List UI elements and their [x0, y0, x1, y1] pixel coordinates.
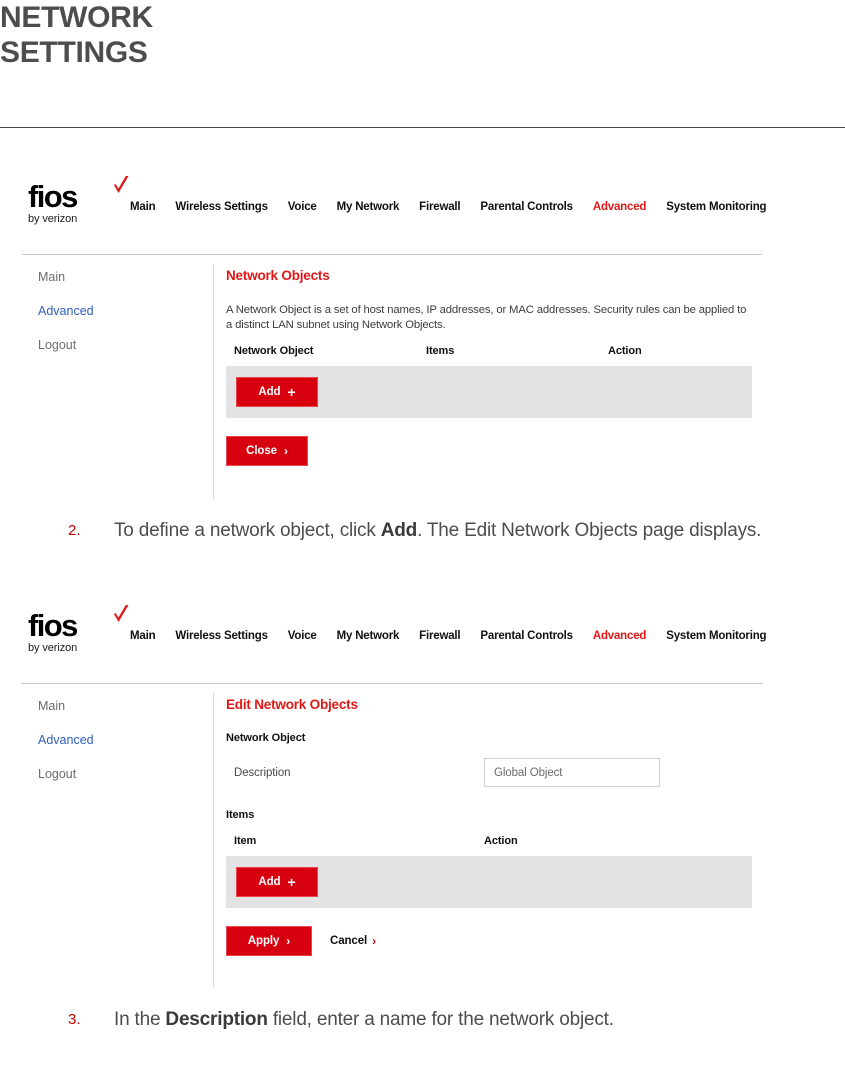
- panel-description: A Network Object is a set of host names,…: [226, 304, 747, 331]
- items-table-header-row: Item Action: [226, 835, 766, 847]
- nav-item-parental-controls[interactable]: Parental Controls: [470, 630, 582, 642]
- nav-item-firewall[interactable]: Firewall: [409, 630, 470, 642]
- edit-network-objects-panel: Edit Network Objects Network Object Desc…: [226, 697, 766, 956]
- fios-subtext: by verizon: [28, 642, 78, 654]
- router-screenshot-edit-network-objects: fios by verizon Main Wireless Settings V…: [0, 597, 790, 987]
- verizon-check-icon: [114, 176, 129, 193]
- nav-item-advanced[interactable]: Advanced: [583, 201, 656, 213]
- nav-item-system-monitoring[interactable]: System Monitoring: [656, 630, 776, 642]
- sidebar-item-logout[interactable]: Logout: [38, 767, 198, 781]
- table-header-row: Network Object Items Action: [226, 345, 766, 357]
- column-header-items: Items: [426, 345, 455, 357]
- step-number: 2.: [68, 522, 81, 539]
- nav-item-parental-controls[interactable]: Parental Controls: [470, 201, 582, 213]
- nav-item-my-network[interactable]: My Network: [327, 201, 410, 213]
- step-text: To define a network object, click Add. T…: [114, 518, 761, 543]
- nav-item-main[interactable]: Main: [120, 201, 165, 213]
- plus-icon: +: [287, 384, 296, 400]
- nav-item-main[interactable]: Main: [120, 630, 165, 642]
- nav-item-voice[interactable]: Voice: [278, 201, 327, 213]
- step-item-2: 2. To define a network object, click Add…: [68, 518, 788, 543]
- add-item-button[interactable]: Add +: [236, 867, 318, 897]
- chevron-right-icon: ›: [372, 934, 377, 948]
- panel-title: Edit Network Objects: [226, 697, 358, 712]
- chevron-right-icon: ›: [286, 934, 291, 948]
- nav-item-my-network[interactable]: My Network: [327, 630, 410, 642]
- sidebar-divider: [213, 693, 214, 987]
- plus-icon: +: [287, 874, 296, 890]
- items-table-body: Add +: [226, 856, 752, 908]
- description-field-label: Description: [234, 766, 291, 779]
- verizon-check-icon: [114, 605, 129, 622]
- step-text: In the Description field, enter a name f…: [114, 1007, 614, 1032]
- network-objects-panel: Network Objects A Network Object is a se…: [226, 268, 766, 466]
- step-item-3: 3. In the Description field, enter a nam…: [68, 1007, 788, 1032]
- nav-item-wireless-settings[interactable]: Wireless Settings: [165, 201, 277, 213]
- sidebar-item-advanced[interactable]: Advanced: [38, 733, 198, 747]
- fios-logo: fios by verizon: [28, 176, 129, 225]
- sidebar: Main Advanced Logout: [38, 699, 198, 801]
- top-navigation: Main Wireless Settings Voice My Network …: [120, 630, 776, 642]
- column-header-action: Action: [608, 345, 642, 357]
- page-header: NETWORK SETTINGS: [0, 0, 845, 128]
- step-number: 3.: [68, 1011, 81, 1028]
- nav-divider: [22, 254, 762, 255]
- section-label-network-object: Network Object: [226, 732, 306, 744]
- add-button-label: Add: [258, 876, 281, 888]
- description-field-row: Description: [226, 758, 766, 787]
- router-screenshot-network-objects: fios by verizon Main Wireless Settings V…: [0, 168, 790, 500]
- network-objects-table-body: Add +: [226, 366, 752, 418]
- step-text-bold: Description: [165, 1009, 268, 1030]
- sidebar-item-main[interactable]: Main: [38, 699, 198, 713]
- sidebar-divider: [213, 264, 214, 499]
- nav-item-wireless-settings[interactable]: Wireless Settings: [165, 630, 277, 642]
- cancel-link[interactable]: Cancel ›: [330, 934, 376, 948]
- step-text-after: . The Edit Network Objects page displays…: [417, 520, 762, 541]
- column-header-network-object: Network Object: [234, 345, 314, 357]
- nav-item-firewall[interactable]: Firewall: [409, 201, 470, 213]
- column-header-item: Item: [234, 835, 257, 847]
- close-button[interactable]: Close ›: [226, 436, 308, 466]
- add-network-object-button[interactable]: Add +: [236, 377, 318, 407]
- page-title-line-1: NETWORK: [0, 1, 153, 34]
- add-button-label: Add: [258, 386, 281, 398]
- sidebar-item-advanced[interactable]: Advanced: [38, 304, 198, 318]
- nav-divider: [22, 683, 762, 684]
- apply-button[interactable]: Apply ›: [226, 926, 312, 956]
- close-button-label: Close: [246, 445, 277, 457]
- panel-title: Network Objects: [226, 268, 330, 283]
- fios-subtext: by verizon: [28, 213, 78, 225]
- step-text-after: field, enter a name for the network obje…: [267, 1009, 614, 1030]
- form-action-row: Apply › Cancel ›: [226, 926, 766, 956]
- description-input[interactable]: [484, 758, 660, 787]
- nav-item-voice[interactable]: Voice: [278, 630, 327, 642]
- chevron-right-icon: ›: [283, 444, 288, 458]
- page-title-line-2: SETTINGS: [0, 36, 148, 69]
- step-text-before: To define a network object, click: [114, 520, 381, 541]
- header-divider: [0, 127, 845, 128]
- sidebar: Main Advanced Logout: [38, 270, 198, 372]
- step-text-bold: Add: [380, 520, 418, 541]
- apply-button-label: Apply: [247, 935, 280, 947]
- fios-wordmark: fios: [28, 179, 78, 214]
- sidebar-item-main[interactable]: Main: [38, 270, 198, 284]
- section-label-items: Items: [226, 809, 255, 821]
- top-navigation: Main Wireless Settings Voice My Network …: [120, 201, 776, 213]
- cancel-link-label: Cancel: [330, 935, 368, 947]
- step-text-before: In the: [114, 1009, 166, 1030]
- nav-item-advanced[interactable]: Advanced: [583, 630, 656, 642]
- nav-item-system-monitoring[interactable]: System Monitoring: [656, 201, 776, 213]
- column-header-action: Action: [484, 835, 518, 847]
- page-title: NETWORK SETTINGS: [0, 0, 845, 70]
- fios-wordmark: fios: [28, 608, 78, 643]
- fios-logo: fios by verizon: [28, 605, 129, 654]
- sidebar-item-logout[interactable]: Logout: [38, 338, 198, 352]
